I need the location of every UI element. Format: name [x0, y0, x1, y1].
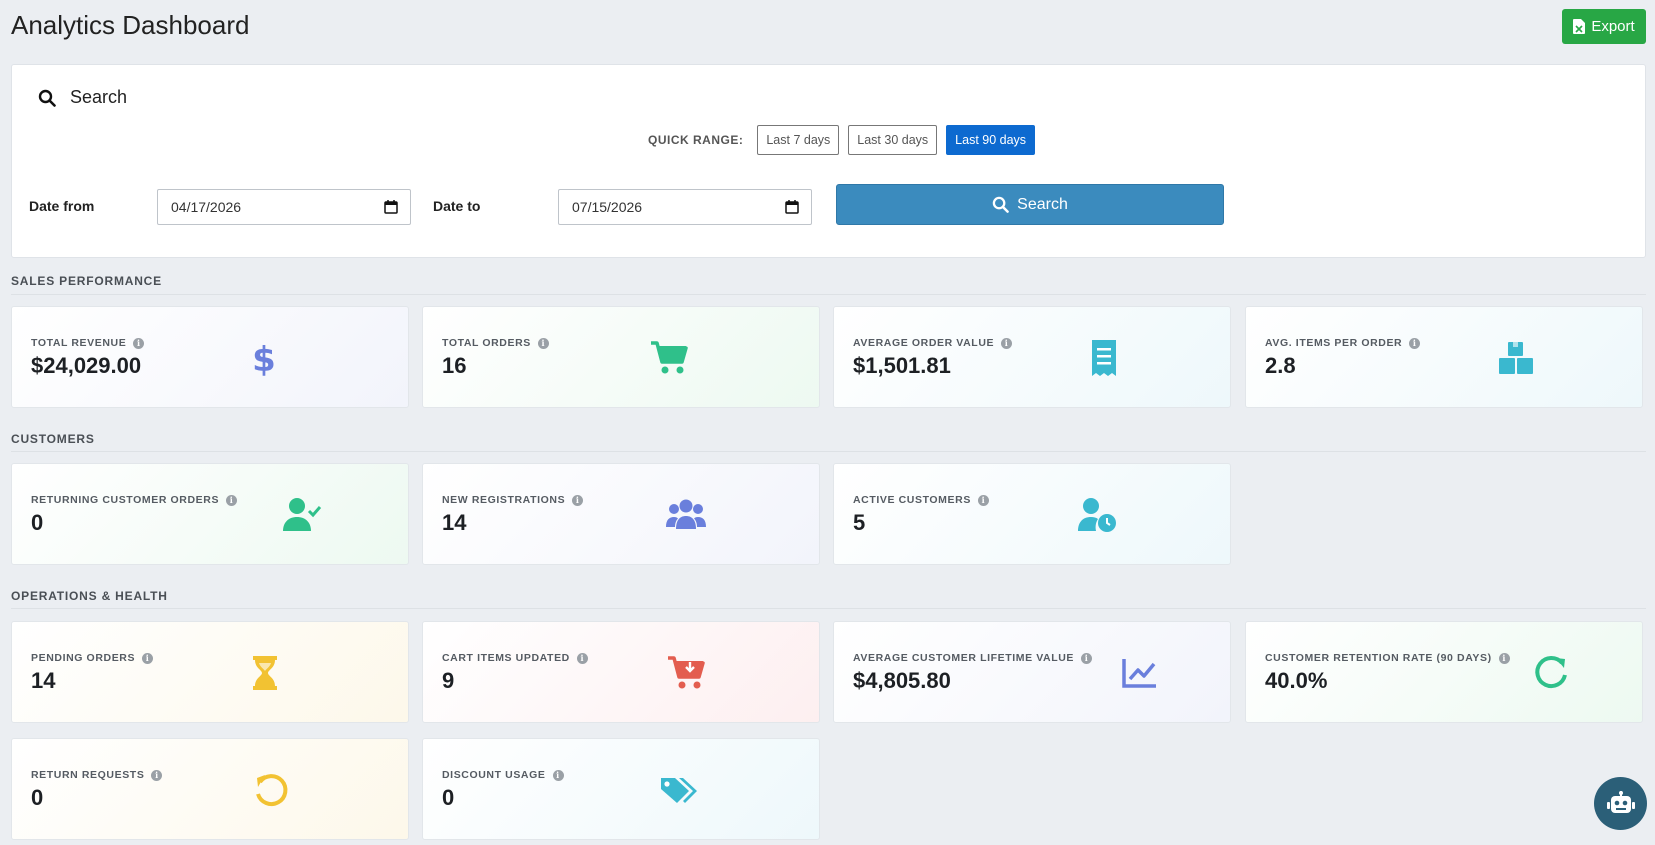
- user-clock-icon: [1078, 497, 1118, 533]
- info-icon[interactable]: i: [537, 337, 549, 349]
- metric-value: 2.8: [1265, 353, 1296, 378]
- metric-label: TOTAL REVENUE i: [31, 337, 145, 349]
- line-chart-icon: [1119, 655, 1159, 691]
- cart-icon: [649, 340, 689, 376]
- date-from-label: Date from: [29, 198, 95, 214]
- date-to-input[interactable]: 07/15/2026: [558, 189, 812, 225]
- info-icon[interactable]: i: [572, 494, 584, 506]
- info-icon[interactable]: i: [1498, 652, 1510, 664]
- date-to-label: Date to: [433, 198, 481, 214]
- metric-card-total-orders: TOTAL ORDERS i 16: [422, 306, 820, 408]
- range-30-days-button[interactable]: Last 30 days: [848, 125, 938, 155]
- info-icon[interactable]: i: [1409, 337, 1421, 349]
- metric-card-cart-items-updated: CART ITEMS UPDATED i 9: [422, 621, 820, 723]
- metric-card-pending-orders: PENDING ORDERS i 14: [11, 621, 409, 723]
- metric-card-return-requests: RETURN REQUESTS i 0: [11, 738, 409, 840]
- metric-label: DISCOUNT USAGE i: [442, 769, 564, 781]
- dollar-icon: $: [244, 340, 284, 376]
- date-from-value: 04/17/2026: [171, 199, 242, 215]
- date-from-input[interactable]: 04/17/2026: [157, 189, 411, 225]
- info-icon[interactable]: i: [977, 494, 989, 506]
- metric-label: PENDING ORDERS i: [31, 652, 154, 664]
- info-icon[interactable]: i: [1001, 337, 1013, 349]
- metric-card-avg-items-per-order: AVG. ITEMS PER ORDER i 2.8: [1245, 306, 1643, 408]
- file-excel-icon: [1573, 19, 1586, 34]
- info-icon[interactable]: i: [552, 769, 564, 781]
- page-title: Analytics Dashboard: [11, 10, 250, 40]
- tags-icon: [658, 772, 698, 808]
- info-icon[interactable]: i: [1081, 652, 1093, 664]
- metric-card-active-customers: ACTIVE CUSTOMERS i 5: [833, 463, 1231, 565]
- search-panel: Search QUICK RANGE: Last 7 days Last 30 …: [11, 64, 1646, 258]
- boxes-icon: [1496, 340, 1536, 376]
- info-icon[interactable]: i: [133, 337, 145, 349]
- info-icon[interactable]: i: [576, 652, 588, 664]
- metric-card-returning-customer-orders: RETURNING CUSTOMER ORDERS i 0: [11, 463, 409, 565]
- metric-value: 14: [442, 510, 467, 535]
- metric-card-average-order-value: AVERAGE ORDER VALUE i $1,501.81: [833, 306, 1231, 408]
- export-label: Export: [1591, 18, 1635, 35]
- section-divider: [11, 451, 1646, 452]
- metric-label: NEW REGISTRATIONS i: [442, 494, 584, 506]
- search-icon: [992, 196, 1009, 213]
- metric-card-total-revenue: TOTAL REVENUE i $24,029.00 $: [11, 306, 409, 408]
- info-icon[interactable]: i: [226, 494, 238, 506]
- metric-label: RETURNING CUSTOMER ORDERS i: [31, 494, 238, 506]
- metric-label: CART ITEMS UPDATED i: [442, 652, 588, 664]
- metric-value: 0: [31, 785, 44, 810]
- range-90-days-button[interactable]: Last 90 days: [946, 125, 1036, 155]
- date-to-value: 07/15/2026: [572, 199, 643, 215]
- metric-card-average-customer-lifetime-value: AVERAGE CUSTOMER LIFETIME VALUE i $4,805.…: [833, 621, 1231, 723]
- search-heading-label: Search: [70, 87, 128, 107]
- metric-value: 9: [442, 668, 455, 693]
- search-button-label: Search: [1017, 195, 1068, 213]
- metric-value: 5: [853, 510, 866, 535]
- users-icon: [666, 497, 706, 533]
- metric-label: ACTIVE CUSTOMERS i: [853, 494, 989, 506]
- metric-value: $1,501.81: [853, 353, 951, 378]
- cart-arrow-down-icon: [666, 655, 706, 691]
- calendar-icon: [384, 200, 398, 214]
- receipt-icon: [1084, 340, 1124, 376]
- robot-icon: [1606, 790, 1635, 813]
- quick-range: QUICK RANGE: Last 7 days Last 30 days La…: [648, 125, 1036, 155]
- undo-icon: [251, 772, 291, 808]
- search-button[interactable]: Search: [836, 184, 1224, 225]
- chatbot-button[interactable]: [1594, 777, 1647, 830]
- metric-value: 40.0%: [1265, 668, 1328, 693]
- quick-range-label: QUICK RANGE:: [648, 133, 744, 147]
- metric-card-customer-retention-rate: CUSTOMER RETENTION RATE (90 DAYS) i 40.0%: [1245, 621, 1643, 723]
- calendar-icon: [785, 200, 799, 214]
- user-check-icon: [282, 497, 322, 533]
- refresh-icon: [1532, 655, 1572, 691]
- search-icon: [38, 89, 56, 107]
- info-icon[interactable]: i: [151, 769, 163, 781]
- metric-card-new-registrations: NEW REGISTRATIONS i 14: [422, 463, 820, 565]
- section-title-operations: OPERATIONS & HEALTH: [11, 589, 168, 603]
- metric-value: 16: [442, 353, 467, 378]
- info-icon[interactable]: i: [142, 652, 154, 664]
- svg-text:$: $: [252, 340, 276, 376]
- metric-card-discount-usage: DISCOUNT USAGE i 0: [422, 738, 820, 840]
- section-title-customers: CUSTOMERS: [11, 432, 95, 446]
- section-divider: [11, 608, 1646, 609]
- export-button[interactable]: Export: [1562, 9, 1646, 44]
- metric-value: 0: [442, 785, 455, 810]
- metric-label: AVERAGE ORDER VALUE i: [853, 337, 1013, 349]
- section-title-sales: SALES PERFORMANCE: [11, 274, 162, 288]
- metric-label: AVERAGE CUSTOMER LIFETIME VALUE i: [853, 652, 1093, 664]
- range-7-days-button[interactable]: Last 7 days: [757, 125, 840, 155]
- metric-label: RETURN REQUESTS i: [31, 769, 163, 781]
- metric-value: $4,805.80: [853, 668, 951, 693]
- search-heading: Search: [38, 87, 127, 108]
- metric-value: $24,029.00: [31, 353, 142, 378]
- metric-label: TOTAL ORDERS i: [442, 337, 549, 349]
- section-divider: [11, 294, 1646, 295]
- metric-value: 14: [31, 668, 56, 693]
- metric-label: CUSTOMER RETENTION RATE (90 DAYS) i: [1265, 652, 1510, 664]
- hourglass-icon: [245, 655, 285, 691]
- metric-value: 0: [31, 510, 44, 535]
- metric-label: AVG. ITEMS PER ORDER i: [1265, 337, 1421, 349]
